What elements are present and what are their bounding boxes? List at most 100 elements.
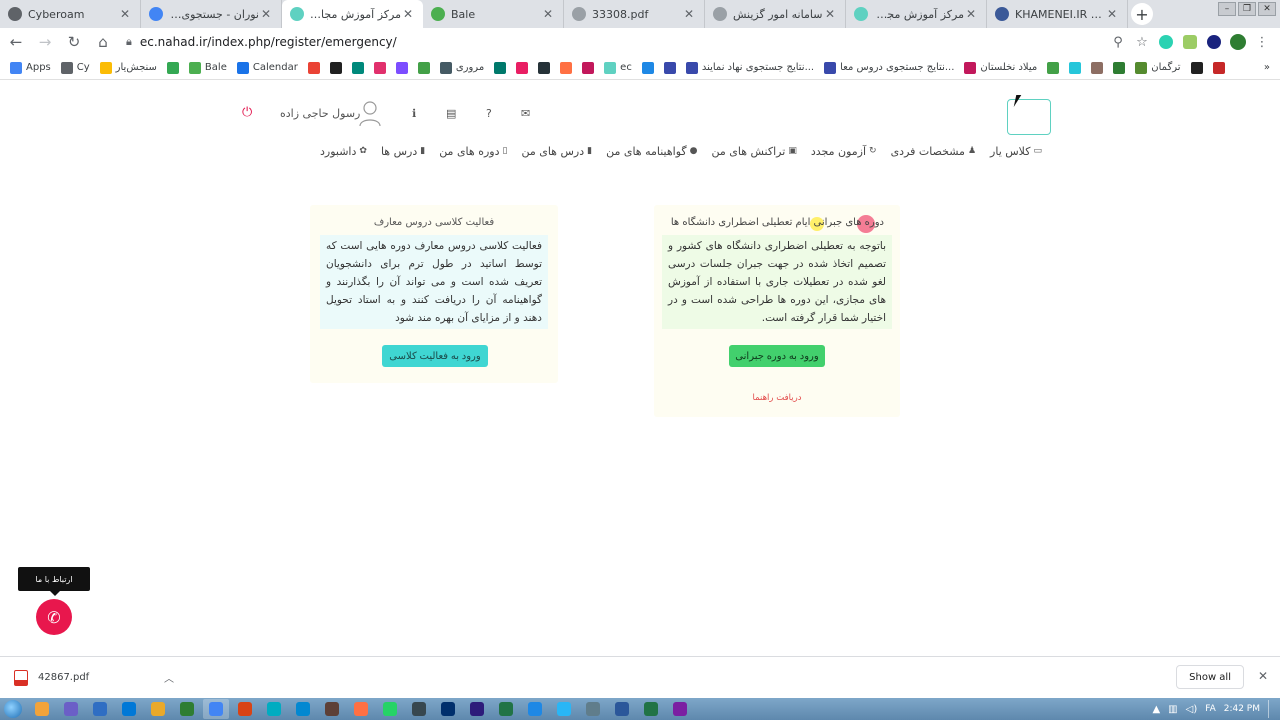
nav-item[interactable]: ↻ آزمون مجدد: [811, 145, 877, 158]
network-icon[interactable]: ▥: [1168, 704, 1177, 715]
more-bookmarks-icon[interactable]: »: [1264, 62, 1270, 73]
reload-icon[interactable]: ↻: [61, 29, 87, 55]
bookmark-item[interactable]: نتایج جستجوی دروس معا...: [824, 61, 954, 74]
bookmark-item[interactable]: [663, 61, 676, 74]
bookmark-item[interactable]: [1069, 61, 1082, 74]
close-icon[interactable]: ✕: [964, 7, 978, 21]
avatar[interactable]: [358, 99, 382, 127]
nav-item[interactable]: ▮ درس های من: [521, 145, 592, 158]
language-indicator[interactable]: FA: [1205, 704, 1216, 714]
profile-avatar[interactable]: [1226, 30, 1250, 54]
taskbar-app[interactable]: [348, 699, 374, 719]
bookmark-item[interactable]: Cy: [60, 61, 90, 74]
home-icon[interactable]: ⌂: [90, 29, 116, 55]
close-icon[interactable]: ✕: [823, 7, 837, 21]
power-icon[interactable]: ⏻: [242, 105, 252, 120]
bookmark-item[interactable]: [307, 61, 320, 74]
restore-icon[interactable]: ❐: [1238, 2, 1256, 16]
taskbar-app[interactable]: [667, 699, 693, 719]
taskbar-app[interactable]: [435, 699, 461, 719]
taskbar-app[interactable]: [319, 699, 345, 719]
nav-item[interactable]: ● گواهینامه های من: [606, 145, 697, 158]
bookmark-item[interactable]: ec: [604, 61, 632, 74]
bookmark-item[interactable]: [494, 61, 507, 74]
taskbar-app[interactable]: [493, 699, 519, 719]
taskbar-app[interactable]: [638, 699, 664, 719]
bookmark-item[interactable]: [329, 61, 342, 74]
bookmark-item[interactable]: [582, 61, 595, 74]
show-desktop-button[interactable]: [1268, 700, 1276, 718]
browser-tab[interactable]: 33308.pdf ✕: [564, 0, 705, 28]
bookmark-item[interactable]: [373, 61, 386, 74]
help-icon[interactable]: ?: [486, 107, 492, 120]
phone-icon[interactable]: ✆: [36, 599, 72, 635]
bookmark-item[interactable]: [516, 61, 529, 74]
bookmark-item[interactable]: [417, 61, 430, 74]
close-icon[interactable]: ✕: [259, 7, 273, 21]
taskbar-app[interactable]: [580, 699, 606, 719]
browser-tab[interactable]: KHAMENEI.IR - پایگاه✕: [987, 0, 1128, 28]
chevron-up-icon[interactable]: ︿: [164, 670, 174, 685]
taskbar-app[interactable]: [87, 699, 113, 719]
taskbar-app[interactable]: [551, 699, 577, 719]
bookmark-item[interactable]: [395, 61, 408, 74]
taskbar-app[interactable]: [290, 699, 316, 719]
download-item[interactable]: 42867.pdf ︿: [14, 669, 174, 686]
close-icon[interactable]: ✕: [541, 7, 555, 21]
taskbar-app[interactable]: [377, 699, 403, 719]
bookmark-item[interactable]: نتایج جستجوی نهاد نمایند...: [685, 61, 814, 74]
bookmark-item[interactable]: [538, 61, 551, 74]
new-tab-button[interactable]: +: [1128, 0, 1156, 28]
nav-item[interactable]: ▮ درس ها: [381, 145, 425, 158]
start-button[interactable]: [0, 698, 26, 720]
bookmark-item[interactable]: [1091, 61, 1104, 74]
bookmark-item[interactable]: میلاد نخلستان: [964, 61, 1037, 74]
taskbar-app[interactable]: [232, 699, 258, 719]
bookmark-item[interactable]: سنجش‌یار: [99, 61, 157, 74]
browser-tab[interactable]: مرکز آموزش مجازی دانشگا✕: [282, 0, 423, 28]
close-icon[interactable]: ✕: [1105, 7, 1119, 21]
back-icon[interactable]: ←: [3, 29, 29, 55]
address-bar[interactable]: 🔒︎ ec.nahad.ir/index.php/register/emerge…: [126, 30, 1106, 54]
browser-tab[interactable]: مرکز آموزش مجازی دانشگا✕: [846, 0, 987, 28]
extension-icon[interactable]: [1178, 30, 1202, 54]
browser-tab[interactable]: نوران - جستجوی Google✕: [141, 0, 282, 28]
taskbar-app[interactable]: [116, 699, 142, 719]
compensatory-course-button[interactable]: ورود به دوره جبرانی: [729, 345, 825, 367]
taskbar-app[interactable]: [203, 699, 229, 719]
extension-icon[interactable]: [1154, 30, 1178, 54]
browser-tab[interactable]: سامانه امور گزینش ✕: [705, 0, 846, 28]
close-window-icon[interactable]: ✕: [1258, 2, 1276, 16]
taskbar-app[interactable]: [58, 699, 84, 719]
close-icon[interactable]: ✕: [401, 7, 415, 21]
class-activity-button[interactable]: ورود به فعالیت کلاسی: [382, 345, 488, 367]
browser-tab[interactable]: Cyberoam ✕: [0, 0, 141, 28]
nav-item[interactable]: ♟ مشخصات فردی: [891, 145, 976, 158]
bookmark-item[interactable]: [1190, 61, 1203, 74]
mail-icon[interactable]: ✉: [521, 107, 530, 120]
taskbar-app[interactable]: [261, 699, 287, 719]
taskbar-app[interactable]: [609, 699, 635, 719]
close-icon[interactable]: ✕: [682, 7, 696, 21]
bookmark-item[interactable]: [1113, 61, 1126, 74]
guide-download-link[interactable]: دریافت راهنما: [654, 393, 900, 403]
minimize-icon[interactable]: –: [1218, 2, 1236, 16]
arrow-up-icon[interactable]: ▲: [1152, 704, 1160, 715]
bookmark-item[interactable]: ترگمان: [1135, 61, 1181, 74]
taskbar-app[interactable]: [522, 699, 548, 719]
bookmark-star-icon[interactable]: ☆: [1130, 30, 1154, 54]
news-icon[interactable]: ▤: [446, 107, 456, 120]
show-all-button[interactable]: Show all: [1176, 665, 1244, 689]
bookmark-item[interactable]: [1212, 61, 1225, 74]
bookmark-item[interactable]: [351, 61, 364, 74]
close-icon[interactable]: ✕: [118, 7, 132, 21]
taskbar-app[interactable]: [464, 699, 490, 719]
bookmark-item[interactable]: Calendar: [236, 61, 298, 74]
forward-icon[interactable]: →: [32, 29, 58, 55]
bookmark-item[interactable]: [560, 61, 573, 74]
search-icon[interactable]: ⚲: [1106, 30, 1130, 54]
taskbar-app[interactable]: [406, 699, 432, 719]
taskbar-app[interactable]: [145, 699, 171, 719]
taskbar-app[interactable]: [174, 699, 200, 719]
volume-icon[interactable]: ◁): [1186, 704, 1198, 715]
